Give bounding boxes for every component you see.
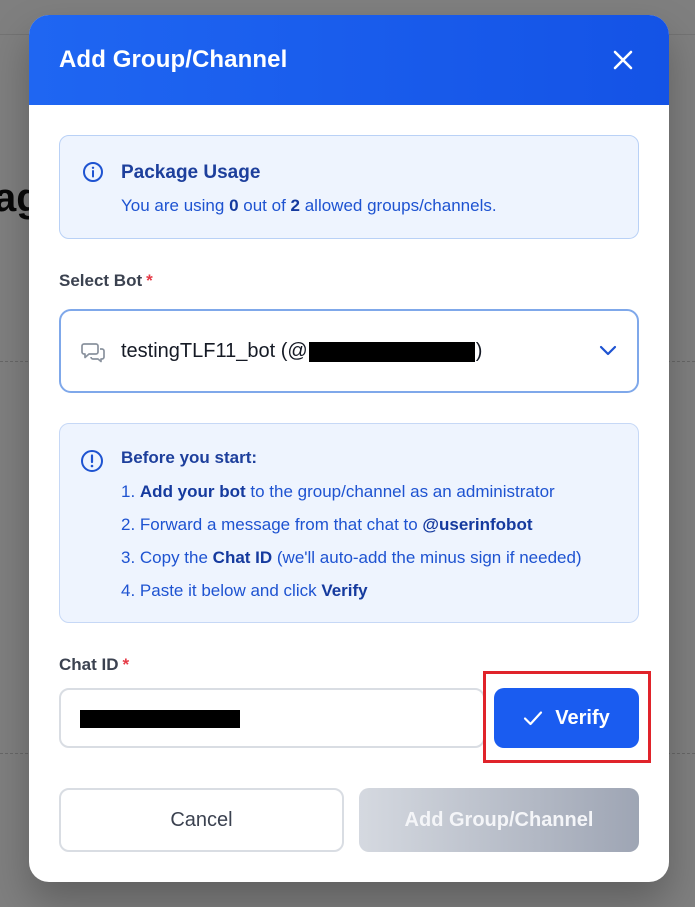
usage-text-prefix: You are using <box>121 196 230 215</box>
chat-bubbles-icon <box>81 343 105 363</box>
usage-allowed-count: 2 <box>290 196 300 215</box>
close-icon <box>613 50 633 70</box>
step-text: 3. Copy the <box>121 548 213 567</box>
redacted-username <box>308 341 475 362</box>
add-group-channel-modal: Add Group/Channel Package Usage You are … <box>29 15 669 882</box>
select-bot-label-text: Select Bot <box>59 271 143 290</box>
step-text: 1. <box>121 482 140 501</box>
instructions-panel: Before you start: 1. Add your bot to the… <box>59 423 639 623</box>
cancel-button[interactable]: Cancel <box>59 788 344 852</box>
required-mark: * <box>122 655 130 674</box>
alert-circle-icon <box>81 450 103 472</box>
required-mark: * <box>146 271 153 290</box>
usage-text-suffix: allowed groups/channels. <box>300 196 497 215</box>
step-text: to the group/channel as an administrator <box>245 482 555 501</box>
step-text: 2. Forward a message from that chat to <box>121 515 423 534</box>
bot-name-prefix: testingTLF11_bot (@ <box>121 340 308 362</box>
usage-used-count: 0 <box>229 196 239 215</box>
instruction-step: 2. Forward a message from that chat to @… <box>121 514 582 547</box>
package-usage-panel: Package Usage You are using 0 out of 2 a… <box>59 135 639 239</box>
chevron-down-icon <box>599 345 617 356</box>
redacted-chat-id-value <box>80 710 240 728</box>
add-group-channel-button[interactable]: Add Group/Channel <box>359 788 639 852</box>
package-usage-text: You are using 0 out of 2 allowed groups/… <box>121 196 497 216</box>
chat-id-label: Chat ID * <box>59 655 129 675</box>
step-bold-text: Add your bot <box>139 482 246 501</box>
info-icon <box>83 162 103 182</box>
instruction-step: 4. Paste it below and click Verify <box>121 580 582 613</box>
package-usage-title: Package Usage <box>121 162 261 183</box>
usage-text-middle: out of <box>238 196 291 215</box>
step-bold-text: Verify <box>321 581 368 600</box>
chat-id-input[interactable] <box>59 688 485 748</box>
step-bold-text: Chat ID <box>212 548 273 567</box>
instruction-step: 3. Copy the Chat ID (we'll auto-add the … <box>121 547 582 580</box>
verify-highlight-annotation <box>483 671 651 763</box>
chat-id-label-text: Chat ID <box>59 655 119 674</box>
step-text: (we'll auto-add the minus sign if needed… <box>272 548 582 567</box>
step-text: 4. Paste it below and click <box>121 581 322 600</box>
instructions-list: 1. Add your bot to the group/channel as … <box>121 481 582 613</box>
instructions-title: Before you start: <box>121 448 258 467</box>
bot-name-suffix: ) <box>475 340 483 362</box>
modal-title: Add Group/Channel <box>59 46 288 73</box>
close-button[interactable] <box>607 44 639 76</box>
step-bold-text: @userinfobot <box>422 515 533 534</box>
bot-select-dropdown[interactable]: testingTLF11_bot (@) <box>59 309 639 393</box>
selected-bot-value: testingTLF11_bot (@) <box>121 340 482 363</box>
instruction-step: 1. Add your bot to the group/channel as … <box>121 481 582 514</box>
modal-header: Add Group/Channel <box>29 15 669 105</box>
select-bot-label: Select Bot * <box>59 271 153 291</box>
